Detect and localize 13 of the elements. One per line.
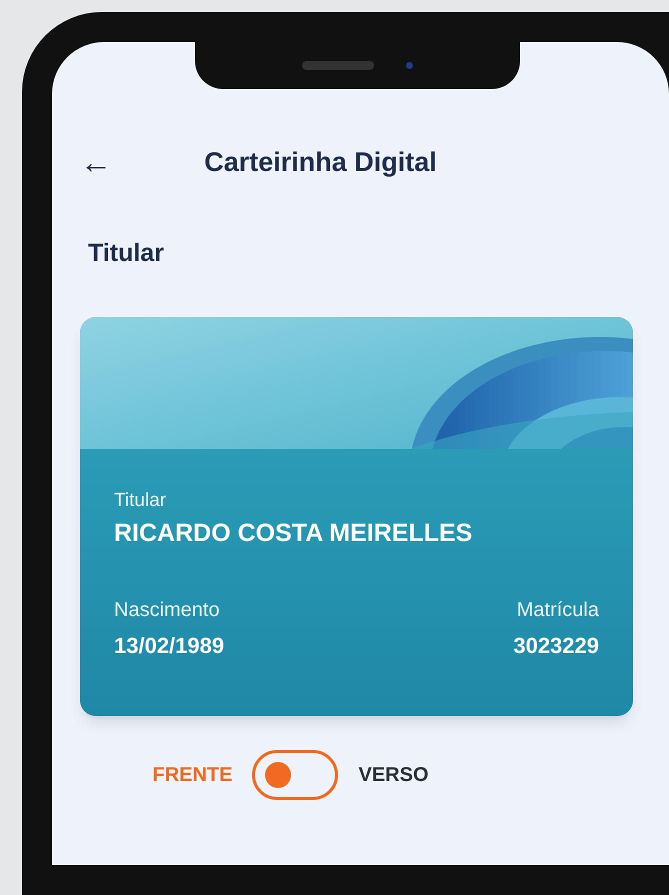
id-label: Matrícula — [516, 598, 599, 622]
birth-date: 13/02/1989 — [114, 632, 224, 660]
speaker-icon — [302, 61, 374, 70]
holder-name: RICARDO COSTA MEIRELLES — [114, 519, 472, 547]
section-title: Titular — [88, 239, 164, 267]
camera-icon — [406, 62, 413, 69]
screen-title: Carteirinha Digital — [204, 146, 437, 179]
id-number: 3023229 — [513, 632, 599, 660]
birth-label: Nascimento — [114, 598, 221, 622]
back-button[interactable]: ← — [80, 146, 112, 178]
holder-label: Titular — [114, 490, 166, 510]
side-switch[interactable] — [252, 750, 338, 800]
side-option[interactable]: VERSO — [358, 760, 429, 790]
